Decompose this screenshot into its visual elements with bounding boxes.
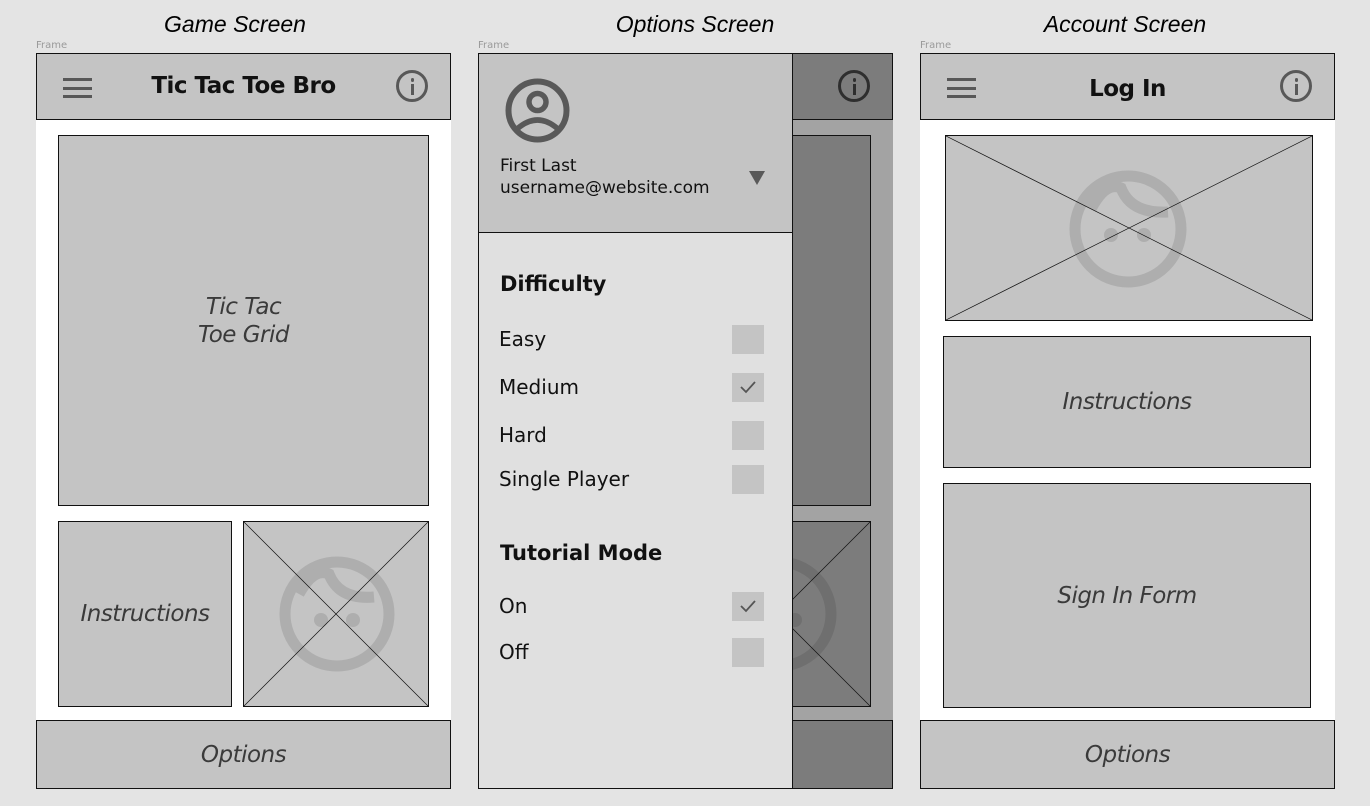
- option-hard[interactable]: Hard: [479, 420, 792, 452]
- info-icon[interactable]: [396, 70, 428, 102]
- options-button[interactable]: Options: [36, 720, 451, 789]
- app-title: Log In: [1089, 76, 1166, 102]
- sign-in-form[interactable]: Sign In Form: [943, 483, 1311, 708]
- checkbox-medium[interactable]: [732, 373, 764, 402]
- option-label: Off: [499, 640, 529, 664]
- check-icon: [740, 600, 756, 613]
- sign-in-form-label: Sign In Form: [1057, 582, 1197, 609]
- option-label: On: [499, 594, 528, 618]
- account-screen-title: Account Screen: [1043, 11, 1207, 37]
- app-title: Tic Tac Toe Bro: [151, 73, 336, 99]
- frame-label: Frame: [920, 40, 952, 51]
- checkbox-single-player[interactable]: [732, 465, 764, 494]
- drawer-header: First Last username@website.com: [479, 54, 792, 233]
- options-button-label: Options: [200, 741, 287, 768]
- user-name: First Last: [500, 156, 577, 176]
- tutorial-mode-heading: Tutorial Mode: [500, 541, 663, 565]
- option-on[interactable]: On: [479, 591, 792, 623]
- info-icon[interactable]: [1280, 70, 1312, 102]
- instructions-panel[interactable]: Instructions: [943, 336, 1311, 468]
- placeholder-cross: [946, 136, 1312, 320]
- instructions-label: Instructions: [1062, 389, 1192, 415]
- info-icon: [838, 70, 870, 102]
- option-label: Medium: [499, 375, 579, 399]
- checkbox-on[interactable]: [732, 592, 764, 621]
- navigation-drawer: First Last username@website.com Difficul…: [478, 53, 793, 789]
- option-single-player[interactable]: Single Player: [479, 464, 792, 496]
- game-screen-title: Game Screen: [164, 11, 306, 37]
- frame-label: Frame: [478, 40, 510, 51]
- game-screen-frame: Tic Tac Toe Bro Tic Tac Toe Grid Instruc…: [36, 53, 451, 789]
- grid-label: Tic Tac Toe Grid: [197, 293, 290, 348]
- checkbox-hard[interactable]: [732, 421, 764, 450]
- instructions-panel[interactable]: Instructions: [58, 521, 232, 707]
- tic-tac-toe-grid[interactable]: Tic Tac Toe Grid: [58, 135, 429, 506]
- difficulty-heading: Difficulty: [500, 272, 607, 296]
- image-placeholder: [945, 135, 1313, 321]
- checkbox-easy[interactable]: [732, 325, 764, 354]
- checkbox-off[interactable]: [732, 638, 764, 667]
- option-label: Single Player: [499, 467, 630, 491]
- frame-label: Frame: [36, 40, 68, 51]
- account-screen-frame: Log In Instructions Sign In Form Options: [920, 53, 1335, 789]
- check-icon: [740, 381, 756, 394]
- user-email: username@website.com: [500, 178, 710, 198]
- image-placeholder: [243, 521, 429, 707]
- options-screen-title: Options Screen: [615, 11, 775, 37]
- app-bar: Tic Tac Toe Bro: [36, 53, 451, 120]
- options-screen-frame: First Last username@website.com Difficul…: [478, 53, 893, 789]
- option-medium[interactable]: Medium: [479, 372, 792, 404]
- option-off[interactable]: Off: [479, 637, 792, 669]
- option-easy[interactable]: Easy: [479, 324, 792, 356]
- app-bar: Log In: [920, 53, 1335, 120]
- instructions-label: Instructions: [80, 601, 210, 627]
- account-dropdown-icon[interactable]: [749, 171, 765, 185]
- option-label: Easy: [499, 327, 547, 351]
- options-button-label: Options: [1084, 741, 1171, 768]
- placeholder-cross: [244, 522, 428, 706]
- account-circle-icon[interactable]: [505, 78, 570, 143]
- option-label: Hard: [499, 423, 547, 447]
- options-button[interactable]: Options: [920, 720, 1335, 789]
